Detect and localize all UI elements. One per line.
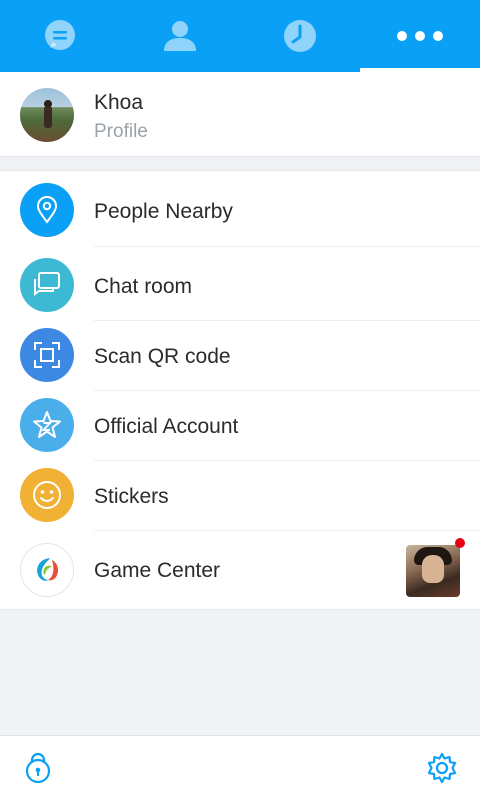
menu-item-label: People Nearby — [94, 200, 233, 223]
official-star-icon — [20, 398, 74, 452]
tab-timeline[interactable] — [240, 0, 360, 72]
tab-messages[interactable] — [0, 0, 120, 72]
settings-button[interactable] — [424, 750, 460, 786]
tab-contacts[interactable] — [120, 0, 240, 72]
more-icon — [397, 31, 443, 41]
lock-icon — [25, 752, 51, 784]
notification-dot — [455, 538, 465, 548]
chat-room-icon — [20, 258, 74, 312]
location-pin-icon — [20, 183, 74, 237]
scan-qr-icon — [20, 328, 74, 382]
bottom-bar — [0, 735, 480, 801]
menu-item-label: Chat room — [94, 275, 193, 298]
chat-bubble-icon — [45, 20, 75, 50]
profile-subtitle: Profile — [94, 121, 148, 142]
smiley-icon — [20, 468, 74, 522]
profile-name: Khoa — [94, 91, 144, 114]
menu-item-scan-qr[interactable]: Scan QR code — [0, 321, 480, 391]
clock-icon — [284, 20, 316, 52]
menu-list: People Nearby Chat room Scan QR code Off… — [0, 170, 480, 610]
game-center-icon — [20, 543, 74, 597]
top-tab-bar — [0, 0, 480, 72]
menu-item-label: Official Account — [94, 415, 239, 438]
menu-item-label: Game Center — [94, 559, 221, 582]
menu-item-chat-room[interactable]: Chat room — [0, 251, 480, 321]
game-thumbnail[interactable] — [406, 545, 460, 597]
menu-item-official-account[interactable]: Official Account — [0, 391, 480, 461]
menu-item-people-nearby[interactable]: People Nearby — [0, 177, 480, 247]
menu-item-label: Scan QR code — [94, 345, 231, 368]
tab-more[interactable] — [360, 0, 480, 72]
avatar — [20, 88, 74, 142]
gear-icon — [427, 752, 457, 784]
lock-button[interactable] — [20, 750, 56, 786]
profile-row[interactable]: Khoa Profile — [0, 72, 480, 157]
menu-item-stickers[interactable]: Stickers — [0, 461, 480, 531]
contacts-icon — [164, 21, 196, 51]
menu-item-label: Stickers — [94, 485, 169, 508]
